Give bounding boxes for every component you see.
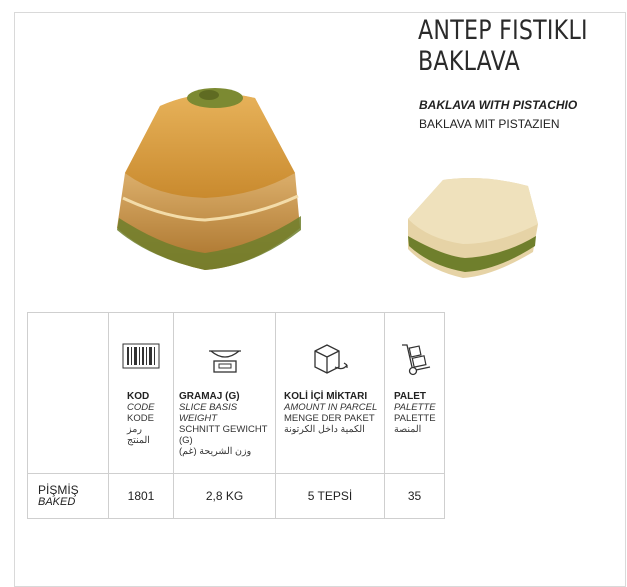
- hand-truck-icon: [401, 344, 430, 376]
- title-line-1: ANTEP FISTIKLI: [418, 15, 588, 46]
- col-weight-de: SCHNITT GEWICHT (G): [179, 424, 268, 446]
- col-palette: PALET PALETTE PALETTE المنصة: [384, 312, 445, 474]
- col-weight-tr: GRAMAJ (G): [179, 391, 240, 402]
- col-code: KOD CODE KODE رمز المنتج: [108, 312, 174, 474]
- baklava-large-image: [117, 88, 301, 270]
- value-weight: 2,8 KG: [173, 473, 276, 519]
- col-palette-tr: PALET: [394, 391, 427, 402]
- product-name-de: BAKLAVA MIT PISTAZIEN: [419, 117, 560, 131]
- col-code-de: KODE: [127, 413, 154, 424]
- box-return-icon: [314, 344, 348, 374]
- col-palette-de: PALETTE: [394, 413, 436, 424]
- product-name-en: BAKLAVA WITH PISTACHIO: [419, 98, 578, 112]
- scale-icon: [208, 350, 241, 373]
- col-parcel-tr: KOLİ İÇİ MİKTARI: [284, 391, 368, 402]
- col-parcel-en: AMOUNT IN PARCEL: [284, 402, 378, 413]
- col-weight-ar: (وزن الشريحة (غم: [179, 446, 252, 457]
- corner-cell: [27, 312, 109, 474]
- col-parcel-ar: الكمية داخل الكرتونة: [284, 424, 365, 435]
- col-weight-en: SLICE BASIS WEIGHT: [179, 402, 238, 424]
- col-code-en: CODE: [127, 402, 155, 413]
- barcode-icon: [122, 343, 160, 369]
- row-label-en: BAKED: [38, 496, 76, 508]
- col-parcel-de: MENGE DER PAKET: [284, 413, 375, 424]
- value-palette: 35: [384, 473, 445, 519]
- spec-header-row: KOD CODE KODE رمز المنتج GRAMAJ (G) SLIC…: [27, 312, 445, 474]
- col-palette-ar: المنصة: [394, 424, 422, 435]
- col-palette-en: PALETTE: [394, 402, 436, 413]
- product-title: ANTEP FISTIKLI BAKLAVA: [418, 15, 615, 77]
- value-parcel: 5 TEPSİ: [275, 473, 385, 519]
- table-row: PİŞMİŞ BAKED 1801 2,8 KG 5 TEPSİ 35: [27, 473, 445, 519]
- col-code-tr: KOD: [127, 391, 150, 402]
- title-line-2: BAKLAVA: [418, 46, 521, 77]
- col-parcel: KOLİ İÇİ MİKTARI AMOUNT IN PARCEL MENGE …: [275, 312, 385, 474]
- row-label-tr: PİŞMİŞ: [38, 483, 79, 497]
- spec-table: KOD CODE KODE رمز المنتج GRAMAJ (G) SLIC…: [27, 312, 445, 519]
- baklava-small-image: [408, 178, 538, 278]
- value-code: 1801: [108, 473, 174, 519]
- row-label: PİŞMİŞ BAKED: [27, 473, 109, 519]
- col-weight: GRAMAJ (G) SLICE BASIS WEIGHT SCHNITT GE…: [173, 312, 276, 474]
- col-code-ar: رمز المنتج: [127, 424, 150, 446]
